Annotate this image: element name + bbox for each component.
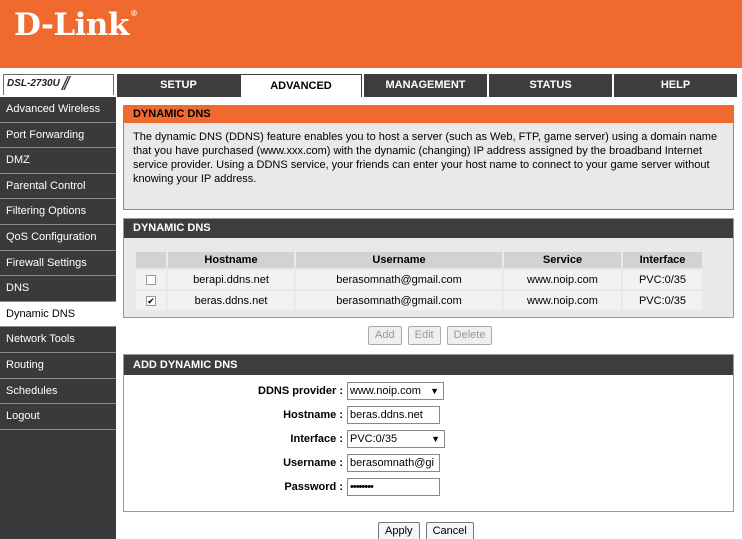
dropdown-arrow-icon: ▼: [431, 434, 440, 444]
row-checkbox-checked[interactable]: ✔: [146, 295, 156, 306]
tab-setup[interactable]: SETUP: [116, 74, 240, 97]
hostname-cell: beras.ddns.net: [168, 291, 294, 310]
column-header-username: Username: [296, 252, 502, 268]
table-row: ✔ beras.ddns.net berasomnath@gmail.com w…: [136, 291, 702, 310]
model-slash-decor: //: [62, 74, 69, 95]
interface-row: Interface : PVC:0/35 ▼: [124, 430, 735, 450]
service-cell: www.noip.com: [504, 291, 621, 310]
sidebar-item-filtering-options[interactable]: Filtering Options: [0, 199, 116, 225]
header-banner: D-Link ®: [0, 0, 742, 68]
provider-select[interactable]: www.noip.com ▼: [347, 382, 444, 400]
tab-status[interactable]: STATUS: [488, 74, 612, 97]
add-ddns-title: ADD DYNAMIC DNS: [124, 355, 733, 375]
apply-button[interactable]: Apply: [378, 522, 420, 539]
trademark-mark: ®: [131, 9, 137, 18]
dropdown-arrow-icon: ▼: [430, 386, 439, 396]
tab-management[interactable]: MANAGEMENT: [363, 74, 487, 97]
row-select-cell: ✔: [136, 291, 166, 310]
tab-advanced[interactable]: ADVANCED: [240, 74, 362, 97]
column-header-hostname: Hostname: [168, 252, 294, 268]
service-cell: www.noip.com: [504, 270, 621, 289]
cancel-button[interactable]: Cancel: [425, 522, 474, 539]
hostname-label: Hostname :: [283, 409, 343, 421]
password-input[interactable]: ••••••••: [347, 478, 440, 496]
sidebar-item-schedules[interactable]: Schedules: [0, 378, 116, 405]
interface-cell: PVC:0/35: [623, 291, 702, 310]
row-select-cell: [136, 270, 166, 289]
router-admin-page: D-Link ® DSL-2730U // SETUP ADVANCED MAN…: [0, 0, 742, 539]
model-name: DSL-2730U: [7, 78, 60, 89]
password-row: Password : ••••••••: [124, 478, 735, 498]
sidebar-item-dns[interactable]: DNS: [0, 276, 116, 302]
sidebar-item-network-tools[interactable]: Network Tools: [0, 327, 116, 353]
table-row: berapi.ddns.net berasomnath@gmail.com ww…: [136, 270, 702, 289]
dlink-logo: D-Link: [14, 7, 129, 43]
delete-button[interactable]: Delete: [446, 326, 493, 345]
edit-button[interactable]: Edit: [407, 326, 441, 345]
sidebar-item-dynamic-dns[interactable]: Dynamic DNS: [0, 301, 116, 328]
intro-panel: DYNAMIC DNS The dynamic DNS (DDNS) featu…: [123, 105, 734, 210]
interface-value: PVC:0/35: [350, 433, 398, 445]
table-header-row: Hostname Username Service Interface: [136, 252, 702, 268]
sidebar-item-routing[interactable]: Routing: [0, 352, 116, 379]
sidebar-item-port-forwarding[interactable]: Port Forwarding: [0, 122, 116, 149]
sidebar-item-logout[interactable]: Logout: [0, 404, 116, 430]
password-label: Password :: [284, 481, 343, 493]
sidebar-item-firewall-settings[interactable]: Firewall Settings: [0, 250, 116, 277]
interface-label: Interface :: [290, 433, 343, 445]
column-header-select: [136, 252, 166, 268]
username-cell: berasomnath@gmail.com: [296, 291, 502, 310]
ddns-list-panel: DYNAMIC DNS Hostname Username Service In…: [123, 218, 734, 318]
tab-help[interactable]: HELP: [613, 74, 737, 97]
sidebar: Advanced Wireless Port Forwarding DMZ Pa…: [0, 97, 116, 539]
model-label: DSL-2730U //: [3, 74, 114, 95]
add-button[interactable]: Add: [368, 326, 402, 345]
username-row: Username : berasomnath@gi: [124, 454, 735, 474]
add-ddns-panel: ADD DYNAMIC DNS DDNS provider : www.noip…: [123, 354, 734, 512]
form-action-buttons: Apply Cancel: [378, 522, 477, 539]
intro-title: DYNAMIC DNS: [124, 106, 733, 123]
top-nav: DSL-2730U // SETUP ADVANCED MANAGEMENT S…: [0, 68, 742, 97]
interface-cell: PVC:0/35: [623, 270, 702, 289]
sidebar-item-parental-control[interactable]: Parental Control: [0, 173, 116, 200]
sidebar-item-dmz[interactable]: DMZ: [0, 148, 116, 174]
ddns-list-title: DYNAMIC DNS: [124, 219, 733, 238]
ddns-table: Hostname Username Service Interface bera…: [134, 250, 704, 312]
intro-description: The dynamic DNS (DDNS) feature enables y…: [133, 131, 718, 185]
interface-select[interactable]: PVC:0/35 ▼: [347, 430, 445, 448]
list-action-buttons: Add Edit Delete: [368, 326, 495, 345]
column-header-service: Service: [504, 252, 621, 268]
username-label: Username :: [283, 457, 343, 469]
provider-label: DDNS provider :: [258, 385, 343, 397]
username-cell: berasomnath@gmail.com: [296, 270, 502, 289]
column-header-interface: Interface: [623, 252, 702, 268]
hostname-input[interactable]: beras.ddns.net: [347, 406, 440, 424]
hostname-cell: berapi.ddns.net: [168, 270, 294, 289]
row-checkbox[interactable]: [146, 274, 156, 285]
main-content: DYNAMIC DNS The dynamic DNS (DDNS) featu…: [116, 97, 742, 539]
provider-value: www.noip.com: [350, 385, 421, 397]
hostname-row: Hostname : beras.ddns.net: [124, 406, 735, 426]
sidebar-item-qos-configuration[interactable]: QoS Configuration: [0, 224, 116, 251]
username-input[interactable]: berasomnath@gi: [347, 454, 440, 472]
sidebar-item-advanced-wireless[interactable]: Advanced Wireless: [0, 97, 116, 123]
provider-row: DDNS provider : www.noip.com ▼: [124, 382, 735, 402]
